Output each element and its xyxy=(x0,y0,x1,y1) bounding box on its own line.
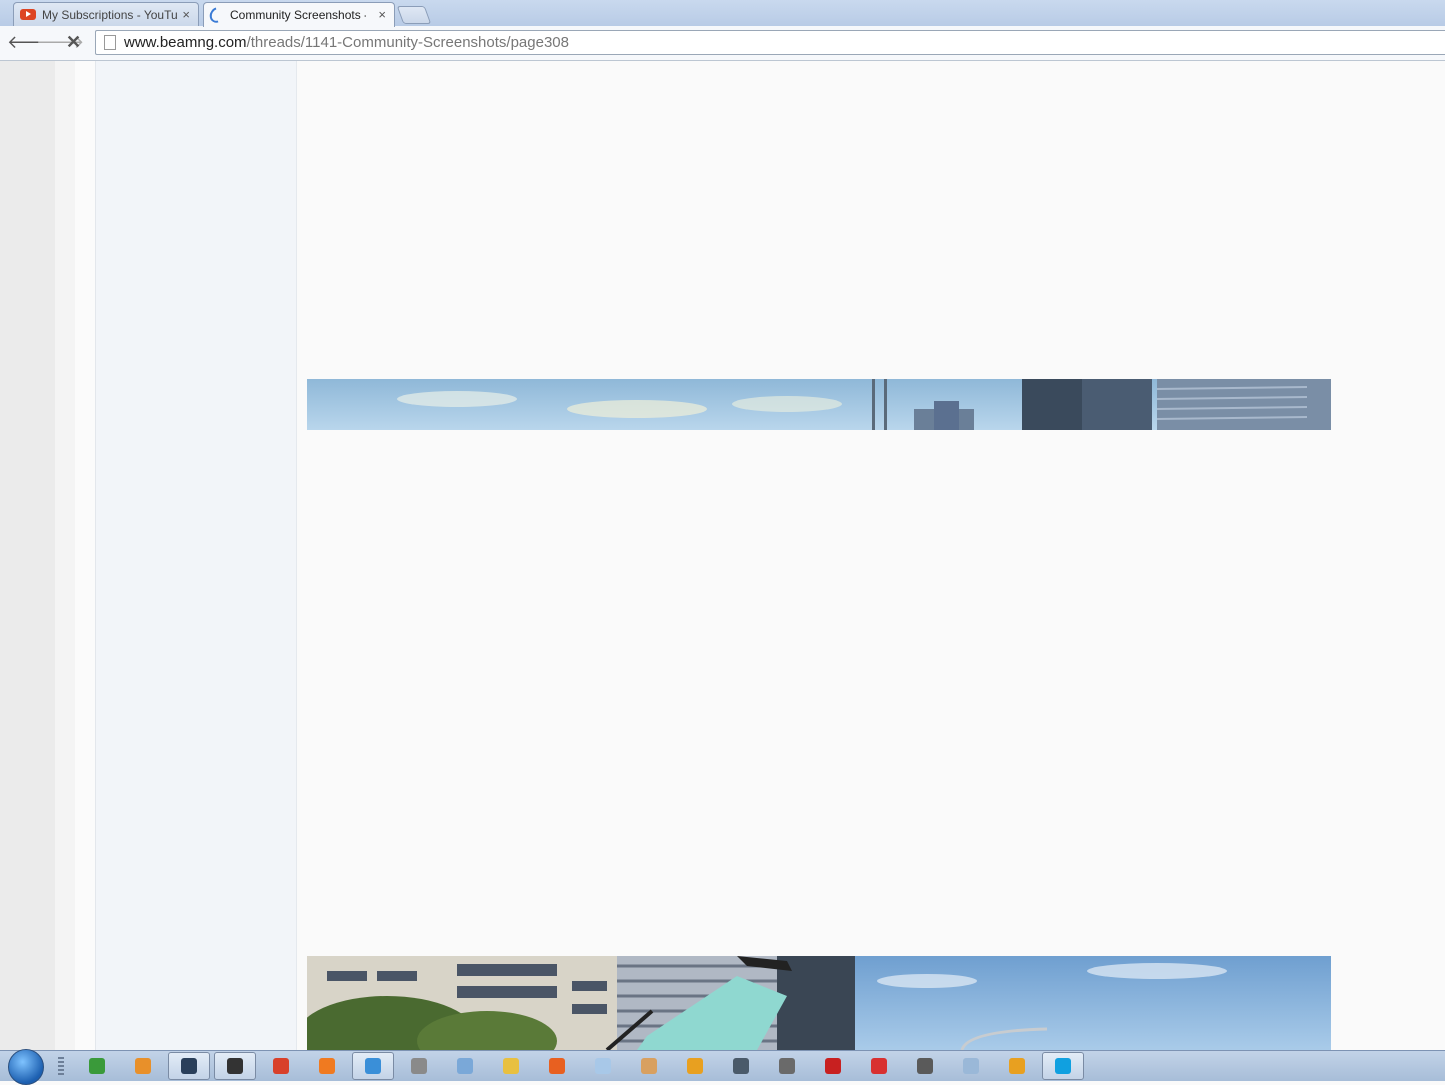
browser-toolbar: 🡐 🡒 ✕ www.beamng.com/threads/1141-Commun… xyxy=(0,26,1445,61)
new-tab-button[interactable] xyxy=(396,6,432,24)
steam-icon xyxy=(181,1058,197,1074)
acrobat-icon xyxy=(825,1058,841,1074)
settings-icon xyxy=(733,1058,749,1074)
taskbar-headphones-button[interactable] xyxy=(996,1052,1038,1080)
tab-community-screenshots[interactable]: Community Screenshots - × xyxy=(203,2,395,27)
tab-youtube[interactable]: My Subscriptions - YouTube × xyxy=(13,2,199,26)
winamp-icon xyxy=(687,1058,703,1074)
city-crash-image xyxy=(307,956,1227,1050)
taskbar-chrome-button[interactable] xyxy=(352,1052,394,1080)
headphones-icon xyxy=(1009,1058,1025,1074)
stop-button[interactable]: ✕ xyxy=(66,31,81,53)
ccleaner-icon xyxy=(273,1058,289,1074)
taskbar-firefox-button[interactable] xyxy=(536,1052,578,1080)
taskbar-notepad-button[interactable] xyxy=(582,1052,624,1080)
url-path: /threads/1141-Community-Screenshots/page… xyxy=(246,34,569,51)
skype-icon xyxy=(1055,1058,1071,1074)
taskbar-tool-button[interactable] xyxy=(628,1052,670,1080)
screenshot-image[interactable] xyxy=(307,379,1331,430)
screenshot-image[interactable] xyxy=(307,956,1331,1050)
taskbar-winamp-button[interactable] xyxy=(674,1052,716,1080)
page-border xyxy=(55,61,75,1050)
post-author-sidebar xyxy=(96,61,297,1050)
taskbar-settings-button[interactable] xyxy=(720,1052,762,1080)
alien-icon xyxy=(917,1058,933,1074)
taskbar-terminal-button[interactable] xyxy=(214,1052,256,1080)
taskbar-ccleaner-button[interactable] xyxy=(260,1052,302,1080)
taskbar-origin-button[interactable] xyxy=(306,1052,348,1080)
taskbar-audio-button[interactable] xyxy=(398,1052,440,1080)
city-skyline-image xyxy=(397,379,1331,430)
windows-taskbar xyxy=(0,1049,1445,1085)
tool-icon xyxy=(641,1058,657,1074)
loading-spinner-icon xyxy=(206,4,228,26)
paint-icon xyxy=(457,1058,473,1074)
youtube-icon xyxy=(20,9,36,20)
microphone-icon xyxy=(779,1058,795,1074)
audio-icon xyxy=(411,1058,427,1074)
tab-strip: My Subscriptions - YouTube × Community S… xyxy=(0,0,1445,27)
page-border xyxy=(75,61,96,1050)
taskbar-media-player-button[interactable] xyxy=(122,1052,164,1080)
taskbar-calculator-button[interactable] xyxy=(950,1052,992,1080)
page-icon xyxy=(104,35,116,50)
explorer-icon xyxy=(503,1058,519,1074)
notepad-icon xyxy=(595,1058,611,1074)
chrome-icon xyxy=(365,1058,381,1074)
post-content xyxy=(297,61,1445,1050)
taskbar-utorrent-button[interactable] xyxy=(76,1052,118,1080)
taskbar-steam-button[interactable] xyxy=(168,1052,210,1080)
taskbar-skype-button[interactable] xyxy=(1042,1052,1084,1080)
web-page xyxy=(0,61,1445,1050)
utorrent-icon xyxy=(89,1058,105,1074)
address-bar[interactable]: www.beamng.com/threads/1141-Community-Sc… xyxy=(95,30,1445,55)
close-icon[interactable]: × xyxy=(378,7,386,22)
terminal-icon xyxy=(227,1058,243,1074)
popcorn-icon xyxy=(871,1058,887,1074)
taskbar-explorer-button[interactable] xyxy=(490,1052,532,1080)
tab-title: My Subscriptions - YouTube xyxy=(42,7,178,22)
taskbar-alien-button[interactable] xyxy=(904,1052,946,1080)
firefox-icon xyxy=(549,1058,565,1074)
taskbar-acrobat-button[interactable] xyxy=(812,1052,854,1080)
taskbar-microphone-button[interactable] xyxy=(766,1052,808,1080)
taskbar-popcorn-button[interactable] xyxy=(858,1052,900,1080)
close-icon[interactable]: × xyxy=(182,7,190,22)
origin-icon xyxy=(319,1058,335,1074)
tab-title: Community Screenshots - xyxy=(230,8,366,22)
calculator-icon xyxy=(963,1058,979,1074)
page-margin xyxy=(0,61,55,1050)
url-domain: www.beamng.com xyxy=(124,34,247,51)
taskbar-grip[interactable] xyxy=(58,1057,64,1077)
media-player-icon xyxy=(135,1058,151,1074)
taskbar-paint-button[interactable] xyxy=(444,1052,486,1080)
